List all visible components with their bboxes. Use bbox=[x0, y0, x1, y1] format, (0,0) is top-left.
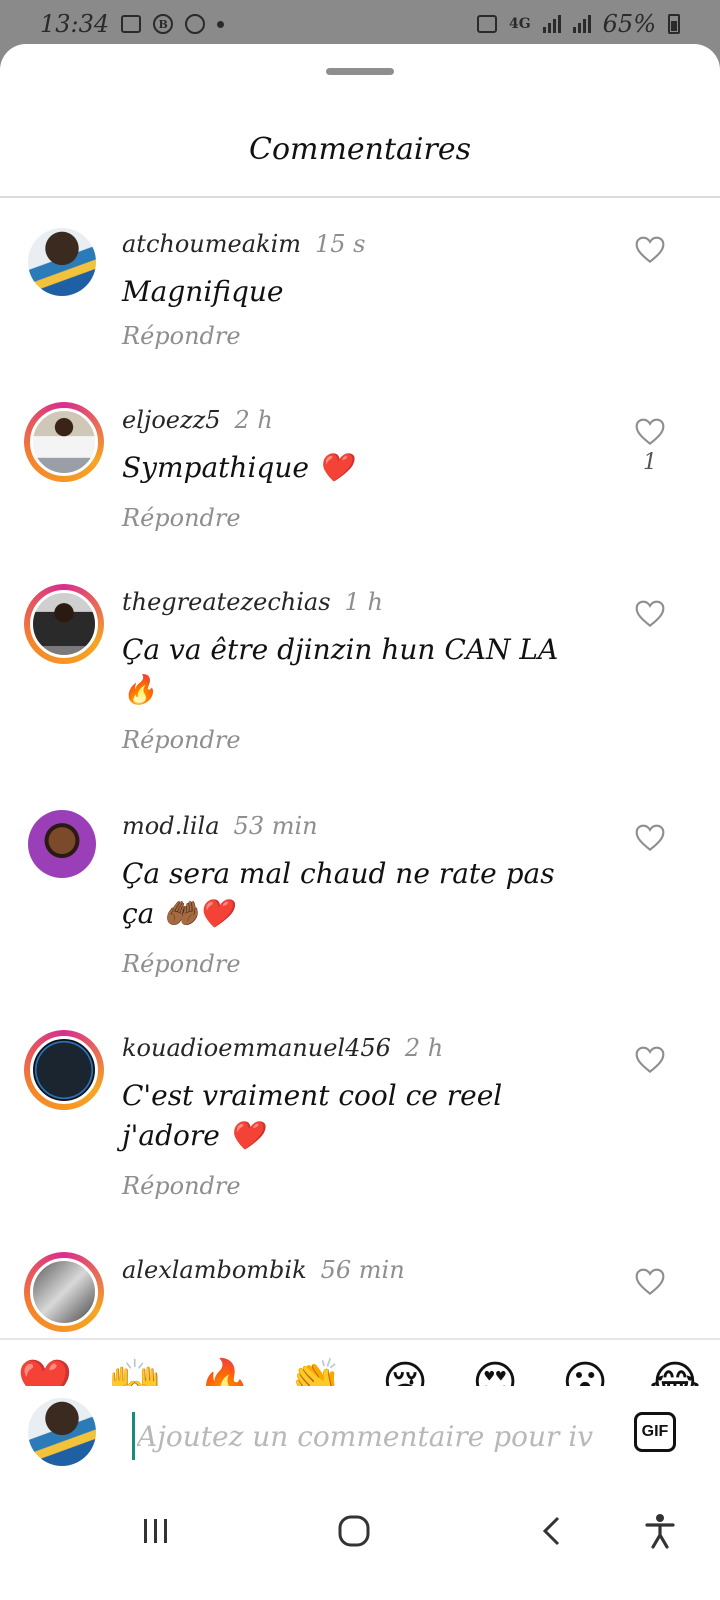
accessibility-icon[interactable] bbox=[630, 1506, 690, 1556]
comment-text: Sympathique ❤️ bbox=[122, 451, 353, 484]
avatar[interactable] bbox=[24, 1252, 104, 1332]
gif-button[interactable]: GIF bbox=[634, 1412, 676, 1452]
comment-item: thegreatezechias 1 h Ça va être djinzin h… bbox=[0, 584, 720, 794]
reply-button[interactable]: Répondre bbox=[122, 726, 241, 754]
heart-outline-icon[interactable] bbox=[634, 822, 666, 852]
my-avatar[interactable] bbox=[28, 1398, 96, 1466]
comment-time: 2 h bbox=[234, 406, 273, 434]
comment-item: eljoezz5 2 h Sympathique ❤️ Répondre 1 bbox=[0, 402, 720, 572]
avatar-image bbox=[30, 590, 98, 658]
more-notifications-icon bbox=[217, 20, 225, 28]
recent-apps-icon[interactable] bbox=[126, 1506, 186, 1556]
comments-sheet: Commentaires atchoumeakim 15 s Magnifique… bbox=[0, 44, 720, 1600]
comment-username[interactable]: alexlambombik 56 min bbox=[122, 1256, 405, 1284]
reply-button[interactable]: Répondre bbox=[122, 950, 241, 978]
chrome-notification-icon bbox=[185, 14, 206, 34]
like-count: 1 bbox=[643, 450, 657, 475]
status-right: 4G 65% bbox=[476, 10, 680, 38]
status-bar: 13:34 B 4G 65% bbox=[0, 0, 720, 48]
status-time: 13:34 bbox=[40, 10, 110, 38]
comment-username[interactable]: eljoezz5 2 h bbox=[122, 406, 273, 434]
username[interactable]: thegreatezechias bbox=[122, 588, 331, 616]
avatar[interactable] bbox=[28, 810, 96, 878]
avatar[interactable] bbox=[24, 402, 104, 482]
comment-username[interactable]: atchoumeakim 15 s bbox=[122, 230, 366, 258]
reply-button[interactable]: Répondre bbox=[122, 322, 241, 350]
comment-item: alexlambombik 56 min bbox=[0, 1252, 720, 1338]
signal-2-icon bbox=[572, 15, 591, 33]
heart-outline-icon[interactable] bbox=[634, 234, 666, 264]
comment-input[interactable] bbox=[132, 1412, 604, 1460]
heart-outline-icon[interactable] bbox=[634, 1044, 666, 1074]
username[interactable]: kouadioemmanuel456 bbox=[122, 1034, 391, 1062]
avatar-image bbox=[30, 1258, 98, 1326]
avatar-image bbox=[30, 1036, 98, 1104]
comment-time: 56 min bbox=[320, 1256, 405, 1284]
network-type: 4G bbox=[508, 16, 531, 32]
battery-percent: 65% bbox=[602, 10, 656, 38]
heart-outline-icon[interactable] bbox=[634, 598, 666, 628]
battery-icon bbox=[668, 14, 680, 34]
comment-composer: GIF bbox=[0, 1386, 720, 1486]
avatar-image bbox=[28, 810, 96, 878]
comment-item: mod.lila 53 min Ça sera mal chaud ne rate… bbox=[0, 808, 720, 1018]
reply-button[interactable]: Répondre bbox=[122, 1172, 241, 1200]
back-icon[interactable] bbox=[522, 1506, 582, 1556]
comment-text: Ça sera mal chaud ne rate pas ça 🤲🏾❤️ bbox=[122, 857, 555, 930]
avatar[interactable] bbox=[24, 584, 104, 664]
comment-time: 1 h bbox=[344, 588, 383, 616]
system-nav-bar bbox=[0, 1486, 720, 1600]
username[interactable]: mod.lila bbox=[122, 812, 220, 840]
comment-item: atchoumeakim 15 s Magnifique Répondre bbox=[0, 226, 720, 386]
comment-username[interactable]: thegreatezechias 1 h bbox=[122, 588, 383, 616]
comment-username[interactable]: mod.lila 53 min bbox=[122, 812, 318, 840]
avatar[interactable] bbox=[28, 228, 96, 296]
battery-saver-icon bbox=[476, 15, 497, 33]
comments-list[interactable]: atchoumeakim 15 s Magnifique Répondre elj… bbox=[0, 198, 720, 1338]
avatar-image bbox=[30, 408, 98, 476]
heart-outline-icon[interactable] bbox=[634, 1266, 666, 1296]
home-icon[interactable] bbox=[324, 1506, 384, 1556]
drag-handle[interactable] bbox=[326, 68, 394, 75]
username[interactable]: alexlambombik bbox=[122, 1256, 307, 1284]
username[interactable]: atchoumeakim bbox=[122, 230, 301, 258]
comment-time: 2 h bbox=[404, 1034, 444, 1062]
gallery-notification-icon bbox=[121, 15, 142, 33]
avatar-image bbox=[28, 1398, 96, 1466]
sheet-title: Commentaires bbox=[248, 132, 471, 167]
comment-text: Ça va être djinzin hun CAN LA 🔥 bbox=[122, 633, 559, 706]
heart-outline-icon[interactable] bbox=[634, 416, 666, 446]
signal-icon bbox=[542, 15, 561, 33]
status-left: 13:34 B bbox=[40, 10, 225, 38]
comment-text: Magnifique bbox=[122, 275, 284, 308]
comment-item: kouadioemmanuel456 2 h C'est vraiment coo… bbox=[0, 1030, 720, 1240]
reply-button[interactable]: Répondre bbox=[122, 504, 241, 532]
comment-text: C'est vraiment cool ce reel j'adore ❤️ bbox=[122, 1079, 503, 1152]
avatar[interactable] bbox=[24, 1030, 104, 1110]
avatar-image bbox=[28, 228, 96, 296]
b-notification-icon: B bbox=[153, 14, 174, 34]
comment-username[interactable]: kouadioemmanuel456 2 h bbox=[122, 1034, 443, 1062]
username[interactable]: eljoezz5 bbox=[122, 406, 221, 434]
comment-time: 15 s bbox=[315, 230, 366, 258]
comment-time: 53 min bbox=[233, 812, 318, 840]
